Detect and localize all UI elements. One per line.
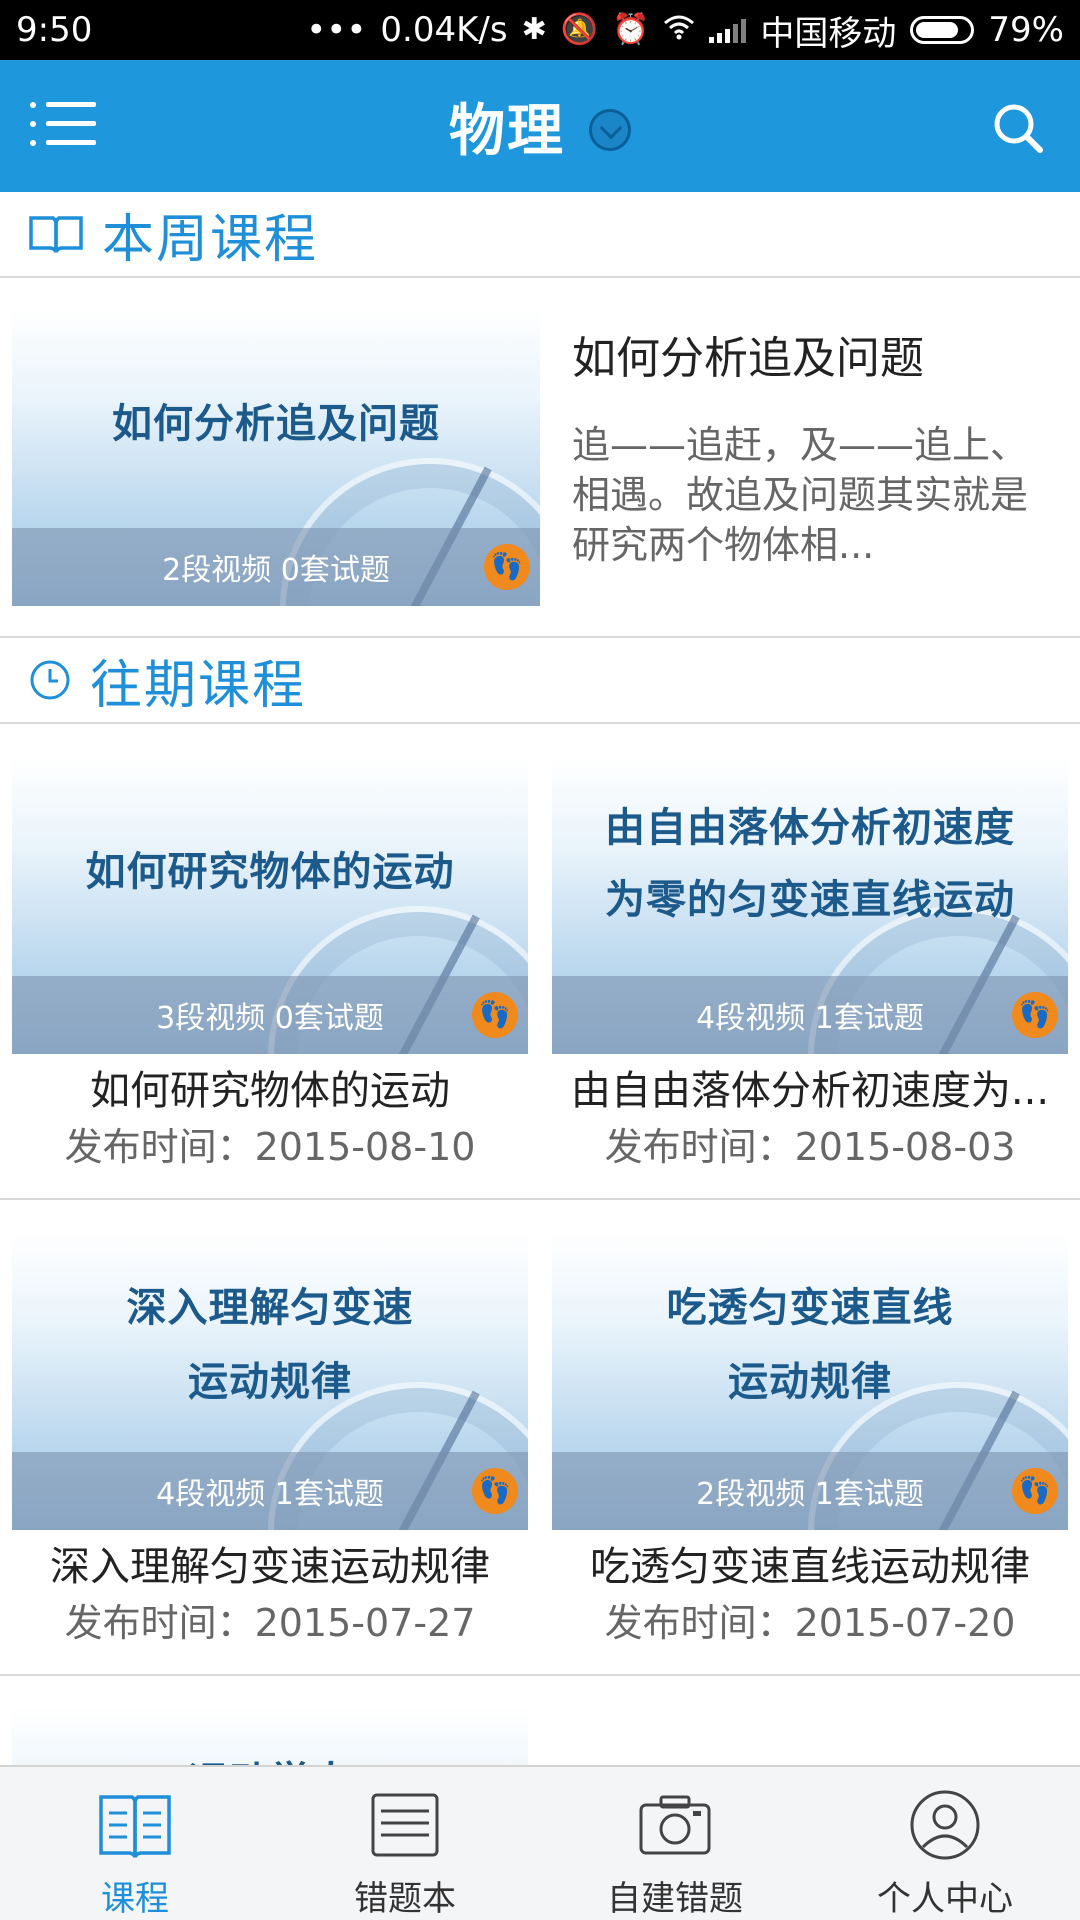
- divider: [0, 1198, 1080, 1200]
- nav-label: 自建错题: [607, 1879, 743, 1919]
- search-icon[interactable]: [992, 102, 1044, 154]
- footprint-icon: 👣: [1012, 1468, 1058, 1514]
- nav-label: 个人中心: [877, 1879, 1013, 1919]
- featured-course-description: 追——追赶，及——追上、相遇。故追及问题其实就是研究两个物体相...: [572, 423, 1029, 567]
- clock-icon: [30, 660, 70, 700]
- featured-course-title[interactable]: 如何分析追及问题: [572, 322, 924, 386]
- status-bar: 9:50 ••• 0.04K/s ✱ 🔕 ⏰ 中国移动 79%: [0, 0, 1080, 60]
- battery-level: 79%: [988, 10, 1064, 50]
- course-thumbnail[interactable]: 如何研究物体的运动 3段视频 0套试题 👣: [12, 756, 528, 1054]
- thumbnail-subtitle: 运动规律: [188, 1359, 352, 1405]
- course-thumbnail[interactable]: 由自由落体分析初速度 为零的匀变速直线运动 4段视频 1套试题 👣: [552, 756, 1068, 1054]
- app-screen: 9:50 ••• 0.04K/s ✱ 🔕 ⏰ 中国移动 79% 物理 本周课程 …: [0, 0, 1080, 1920]
- course-meta: 4段视频 1套试题: [552, 976, 1068, 1054]
- publish-date: 发布时间：2015-08-03: [604, 1125, 1016, 1169]
- thumbnail-title: 由自由落体分析初速度: [605, 805, 1015, 851]
- thumbnail-subtitle: 为零的匀变速直线运动: [605, 877, 1015, 923]
- course-thumbnail[interactable]: 深入理解匀变速 运动规律 4段视频 1套试题 👣: [12, 1232, 528, 1530]
- course-meta: 3段视频 0套试题: [12, 976, 528, 1054]
- section-title: 本周课程: [102, 209, 319, 270]
- section-title: 往期课程: [90, 655, 307, 716]
- nav-courses[interactable]: 课程: [0, 1767, 270, 1920]
- status-dots: •••: [306, 10, 367, 50]
- mute-icon: 🔕: [560, 12, 599, 47]
- course-title[interactable]: 深入理解匀变速运动规律: [12, 1534, 528, 1592]
- footprint-icon: 👣: [472, 992, 518, 1038]
- book-open-icon: [29, 216, 83, 253]
- footprint-icon: 👣: [472, 1468, 518, 1514]
- featured-course-thumbnail[interactable]: 如何分析追及问题 2段视频 0套试题 👣: [12, 308, 540, 606]
- nav-mistake-book[interactable]: 错题本: [270, 1767, 540, 1920]
- camera-icon: [639, 1795, 711, 1855]
- nav-create-mistake[interactable]: 自建错题: [540, 1767, 810, 1920]
- battery-icon: [910, 16, 975, 44]
- app-header: 物理: [0, 60, 1080, 192]
- carrier-name: 中国移动: [760, 13, 897, 54]
- user-icon: [910, 1790, 980, 1860]
- net-speed: 0.04K/s: [380, 10, 508, 50]
- course-meta: 2段视频 0套试题: [12, 528, 540, 606]
- thumbnail-subtitle: 运动规律: [728, 1359, 892, 1405]
- nav-profile[interactable]: 个人中心: [810, 1767, 1080, 1920]
- status-time: 9:50: [16, 10, 93, 50]
- thumbnail-title: 吃透匀变速直线: [666, 1285, 954, 1331]
- bottom-navigation: 课程 错题本 自建错题 个人中心: [0, 1765, 1080, 1920]
- alarm-icon: ⏰: [612, 12, 650, 47]
- section-past: 往期课程: [0, 638, 1080, 724]
- subject-selector[interactable]: 物理: [0, 60, 1080, 192]
- footprint-icon: 👣: [1012, 992, 1058, 1038]
- signal-icon: [709, 17, 747, 43]
- thumbnail-title: 深入理解匀变速: [126, 1285, 414, 1331]
- course-meta: 2段视频 1套试题: [552, 1452, 1068, 1530]
- course-title[interactable]: 吃透匀变速直线运动规律: [552, 1534, 1068, 1592]
- course-title[interactable]: 由自由落体分析初速度为...: [552, 1058, 1068, 1116]
- nav-label: 错题本: [354, 1879, 456, 1919]
- chevron-down-icon: [589, 109, 631, 151]
- status-indicators: ••• 0.04K/s ✱ 🔕 ⏰ 中国移动 79%: [306, 6, 1064, 55]
- thumbnail-title: 如何分析追及问题: [112, 401, 440, 447]
- course-thumbnail[interactable]: 吃透匀变速直线 运动规律 2段视频 1套试题 👣: [552, 1232, 1068, 1530]
- publish-date: 发布时间：2015-08-10: [64, 1125, 476, 1169]
- publish-date: 发布时间：2015-07-27: [64, 1601, 476, 1645]
- page-title: 物理: [449, 98, 565, 164]
- bluetooth-icon: ✱: [521, 12, 547, 47]
- nav-label: 课程: [101, 1879, 169, 1919]
- course-title[interactable]: 如何研究物体的运动: [12, 1058, 528, 1116]
- wifi-icon: [663, 14, 695, 46]
- divider: [0, 1674, 1080, 1676]
- notebook-icon: [371, 1793, 439, 1857]
- publish-date: 发布时间：2015-07-20: [604, 1601, 1016, 1645]
- book-icon: [99, 1795, 171, 1858]
- section-this-week: 本周课程: [0, 192, 1080, 278]
- course-meta: 4段视频 1套试题: [12, 1452, 528, 1530]
- footprint-icon: 👣: [484, 544, 530, 590]
- thumbnail-title: 如何研究物体的运动: [85, 849, 455, 895]
